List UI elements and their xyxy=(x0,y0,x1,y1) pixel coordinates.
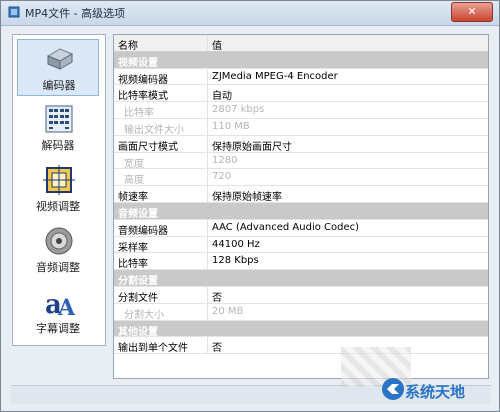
group-header-row: 其他设置 xyxy=(114,320,488,338)
sidebar-item-label: 解码器 xyxy=(41,139,75,152)
property-value: 1280 xyxy=(212,154,238,166)
property-row[interactable]: 视频编码器 ZJMedia MPEG-4 Encoder xyxy=(114,68,488,86)
close-button[interactable]: ✕ xyxy=(451,2,493,22)
sidebar-item-encoder[interactable]: 编码器 xyxy=(17,39,99,96)
sidebar-item-label: 字幕调整 xyxy=(36,322,80,335)
property-value[interactable]: ZJMedia MPEG-4 Encoder xyxy=(212,71,338,82)
property-value[interactable]: 否 xyxy=(212,339,222,354)
sidebar-item-label: 编码器 xyxy=(42,79,76,92)
property-value: 110 MB xyxy=(212,120,250,132)
sidebar-item-label: 视频调整 xyxy=(36,200,80,213)
property-name: 其他设置 xyxy=(118,326,158,338)
property-row[interactable]: 音频编码器 AAC (Advanced Audio Codec) xyxy=(114,219,488,237)
group-header-row: 音频设置 xyxy=(114,202,488,220)
title-bar: MP4文件 - 高级选项 ✕ xyxy=(1,1,499,26)
svg-text:A: A xyxy=(57,295,75,317)
sidebar-item-subtitle-adjust[interactable]: a A 字幕调整 xyxy=(17,283,99,340)
category-sidebar: 编码器 解码器 视频调整 音频调整 a A 字幕调整 xyxy=(12,34,106,346)
property-value[interactable]: 保持原始帧速率 xyxy=(212,188,282,203)
property-value[interactable]: 保持原始画面尺寸 xyxy=(212,138,292,153)
video-adjust-icon xyxy=(43,165,75,195)
decoder-icon xyxy=(45,105,73,133)
sidebar-item-video-adjust[interactable]: 视频调整 xyxy=(17,161,99,218)
property-value[interactable]: 44100 Hz xyxy=(212,239,260,250)
property-name: 音频编码器 xyxy=(118,225,168,237)
property-name: 宽度 xyxy=(124,158,144,170)
property-name: 视频编码器 xyxy=(118,74,168,86)
options-grid: 名称 值 视频设置视频编码器 ZJMedia MPEG-4 Encoder 比特率模… xyxy=(113,34,489,379)
property-name: 音频设置 xyxy=(118,208,158,220)
property-name: 比特率 xyxy=(118,259,148,271)
group-header-row: 视频设置 xyxy=(114,51,488,69)
property-name: 分割文件 xyxy=(118,292,158,304)
column-header-name: 名称 xyxy=(118,41,138,52)
property-value: 720 xyxy=(212,171,232,183)
property-name: 输出文件大小 xyxy=(124,124,184,136)
property-row[interactable]: 分割文件 否 xyxy=(114,286,488,304)
property-name: 分割大小 xyxy=(124,309,164,321)
property-name: 输出到单个文件 xyxy=(118,343,188,355)
sidebar-item-label: 音频调整 xyxy=(36,261,80,274)
property-name: 视频设置 xyxy=(118,57,158,69)
encoder-icon xyxy=(46,48,74,70)
window-title: MP4文件 - 高级选项 xyxy=(25,7,126,20)
property-value: 20 MB xyxy=(212,305,244,317)
property-value[interactable]: AAC (Advanced Audio Codec) xyxy=(212,222,359,233)
property-name: 采样率 xyxy=(118,242,148,254)
property-row[interactable]: 比特率 2807 kbps xyxy=(114,102,488,119)
property-name: 分割设置 xyxy=(118,276,158,288)
property-name: 比特率 xyxy=(124,108,154,120)
property-value[interactable]: 自动 xyxy=(212,87,232,102)
sidebar-item-audio-adjust[interactable]: 音频调整 xyxy=(17,222,99,279)
property-name: 帧速率 xyxy=(118,192,148,204)
property-row[interactable]: 比特率 128 Kbps xyxy=(114,253,488,270)
sidebar-item-decoder[interactable]: 解码器 xyxy=(17,100,99,157)
subtitle-adjust-icon: a A xyxy=(45,290,75,317)
watermark-text: 系统天地 xyxy=(405,383,466,401)
group-header-row: 分割设置 xyxy=(114,270,488,287)
property-name: 高度 xyxy=(124,175,144,187)
property-row[interactable]: 采样率 44100 Hz xyxy=(114,236,488,254)
property-value[interactable]: 128 Kbps xyxy=(212,255,259,266)
property-name: 画面尺寸模式 xyxy=(118,141,178,153)
property-row[interactable]: 画面尺寸模式 保持原始画面尺寸 xyxy=(114,135,488,153)
property-row[interactable]: 高度 720 xyxy=(114,169,488,186)
close-icon: ✕ xyxy=(467,5,477,18)
property-row[interactable]: 宽度 1280 xyxy=(114,152,488,170)
advanced-options-window: MP4文件 - 高级选项 ✕ 编码器 解码器 视频调整 音频调整 a A 字幕调… xyxy=(0,0,500,412)
audio-adjust-icon xyxy=(45,227,73,255)
property-row[interactable]: 输出到单个文件 否 xyxy=(114,337,488,354)
property-value[interactable]: 否 xyxy=(212,289,222,304)
property-row[interactable]: 帧速率 保持原始帧速率 xyxy=(114,186,488,203)
watermark-logo-icon xyxy=(382,378,404,400)
app-icon xyxy=(8,6,20,18)
property-value: 2807 kbps xyxy=(212,104,265,116)
property-row[interactable]: 分割大小 20 MB xyxy=(114,303,488,321)
column-header-value: 值 xyxy=(212,41,222,52)
property-row[interactable]: 输出文件大小 110 MB xyxy=(114,118,488,136)
property-name: 比特率模式 xyxy=(118,91,168,103)
grid-header: 名称 值 xyxy=(114,35,488,52)
property-row[interactable]: 比特率模式 自动 xyxy=(114,85,488,102)
